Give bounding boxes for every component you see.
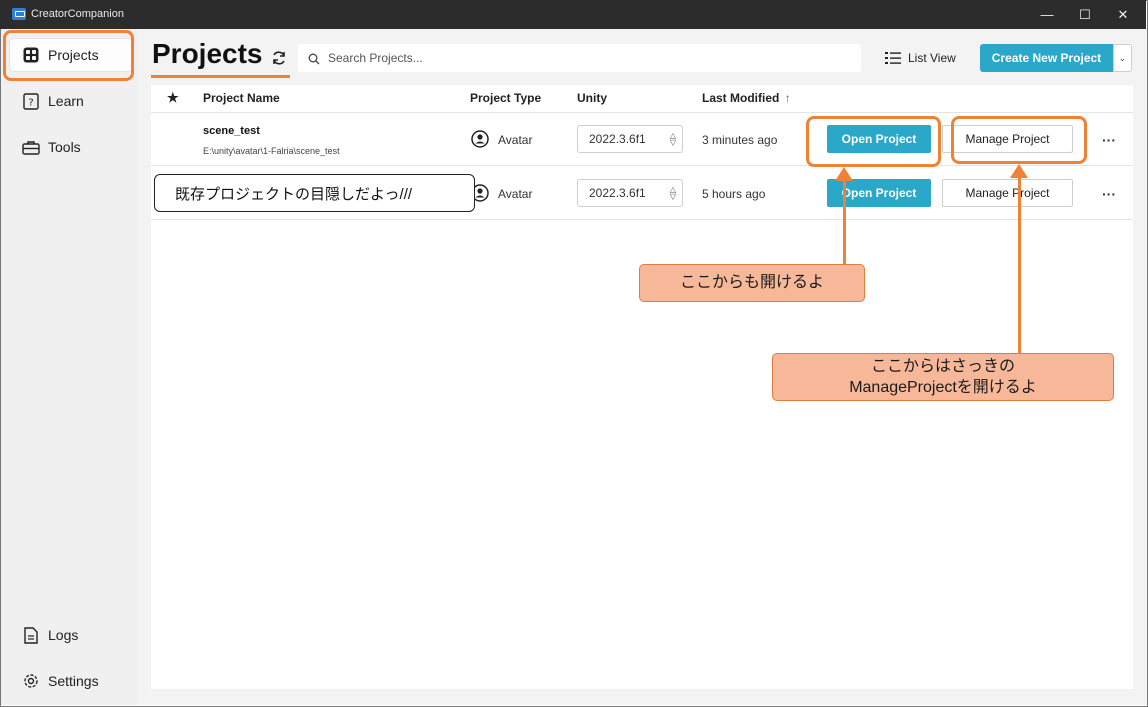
sidebar-item-settings[interactable]: Settings — [10, 665, 132, 697]
column-header-project-type[interactable]: Project Type — [470, 91, 541, 105]
row-divider — [151, 165, 1133, 166]
help-book-icon: ? — [22, 92, 40, 110]
project-path: E:\unity\avatar\1-Falria\scene_test — [203, 146, 340, 156]
column-header-last-modified[interactable]: Last Modified ↑ — [702, 91, 791, 105]
spinner-arrows-icon: △ ▽ — [669, 185, 676, 201]
column-header-project-name[interactable]: Project Name — [203, 91, 280, 105]
sidebar-item-tools[interactable]: Tools — [10, 131, 132, 163]
callout-line-2: ManageProjectを開けるよ — [849, 379, 1037, 396]
unity-version-value: 2022.3.6f1 — [589, 132, 646, 146]
column-header-unity[interactable]: Unity — [577, 91, 607, 105]
avatar-type-icon — [471, 130, 489, 148]
callout-open-project: ここからも開けるよ — [639, 264, 865, 302]
project-name: scene_test — [203, 125, 260, 137]
search-input[interactable] — [326, 50, 830, 66]
projects-highlight-frame — [3, 30, 134, 81]
unity-version-value: 2022.3.6f1 — [589, 186, 646, 200]
title-highlight-underline — [151, 75, 290, 78]
open-project-highlight-frame — [806, 116, 941, 167]
arrow-shaft-manage — [1018, 177, 1021, 354]
header-divider — [151, 112, 1133, 113]
last-modified: 3 minutes ago — [702, 133, 778, 147]
maximize-button[interactable]: ☐ — [1068, 0, 1102, 29]
page-title: Projects — [152, 38, 263, 69]
refresh-icon[interactable] — [270, 49, 288, 67]
more-options-icon[interactable]: ··· — [1100, 187, 1118, 201]
search-box — [298, 44, 861, 72]
list-view-toggle[interactable]: List View — [885, 48, 956, 68]
svg-text:?: ? — [28, 97, 33, 108]
search-icon — [308, 52, 320, 65]
project-type: Avatar — [498, 187, 533, 201]
arrow-shaft-open — [843, 180, 846, 265]
mask-note-box: 既存プロジェクトの目隠しだよっ/// — [154, 174, 475, 212]
manage-project-highlight-frame — [951, 116, 1087, 164]
sidebar-item-label: Logs — [48, 627, 79, 643]
gear-icon — [22, 672, 40, 690]
sidebar-item-label: Learn — [48, 93, 84, 109]
arrow-head-manage — [1010, 164, 1028, 178]
unity-version-select[interactable]: 2022.3.6f1 △ ▽ — [577, 179, 683, 207]
column-header-label: Last Modified — [702, 91, 780, 105]
callout-line-1: ここからはさっきの — [870, 358, 1015, 375]
toolbox-icon — [22, 138, 40, 156]
spinner-arrows-icon: △ ▽ — [669, 131, 676, 147]
sidebar-item-label: Tools — [48, 139, 81, 155]
sidebar-item-learn[interactable]: ? Learn — [10, 85, 132, 117]
favorite-column-star-icon[interactable]: ★ — [167, 90, 179, 106]
app-logo-icon — [12, 8, 26, 20]
minimize-button[interactable]: — — [1030, 0, 1064, 29]
unity-version-select[interactable]: 2022.3.6f1 △ ▽ — [577, 125, 683, 153]
list-view-label: List View — [908, 51, 956, 65]
manage-project-button[interactable]: Manage Project — [942, 179, 1073, 207]
title-bar: CreatorCompanion — ☐ ✕ — [0, 0, 1146, 29]
sidebar-item-logs[interactable]: Logs — [10, 619, 132, 651]
sort-ascending-icon: ↑ — [784, 91, 791, 105]
project-type: Avatar — [498, 133, 533, 147]
sidebar-item-label: Settings — [48, 673, 99, 689]
window-title: CreatorCompanion — [31, 8, 124, 20]
create-options-dropdown[interactable]: ⌄ — [1113, 44, 1132, 72]
chevron-down-icon: ⌄ — [1118, 52, 1127, 63]
row-divider — [151, 219, 1133, 220]
create-new-project-button[interactable]: Create New Project — [980, 44, 1113, 72]
callout-manage-project: ここからはさっきの ManageProjectを開けるよ — [772, 353, 1114, 401]
document-icon — [22, 626, 40, 644]
last-modified: 5 hours ago — [702, 187, 766, 201]
close-button[interactable]: ✕ — [1106, 0, 1140, 29]
list-view-icon — [885, 51, 901, 65]
more-options-icon[interactable]: ··· — [1100, 133, 1118, 147]
arrow-head-open — [835, 167, 853, 181]
